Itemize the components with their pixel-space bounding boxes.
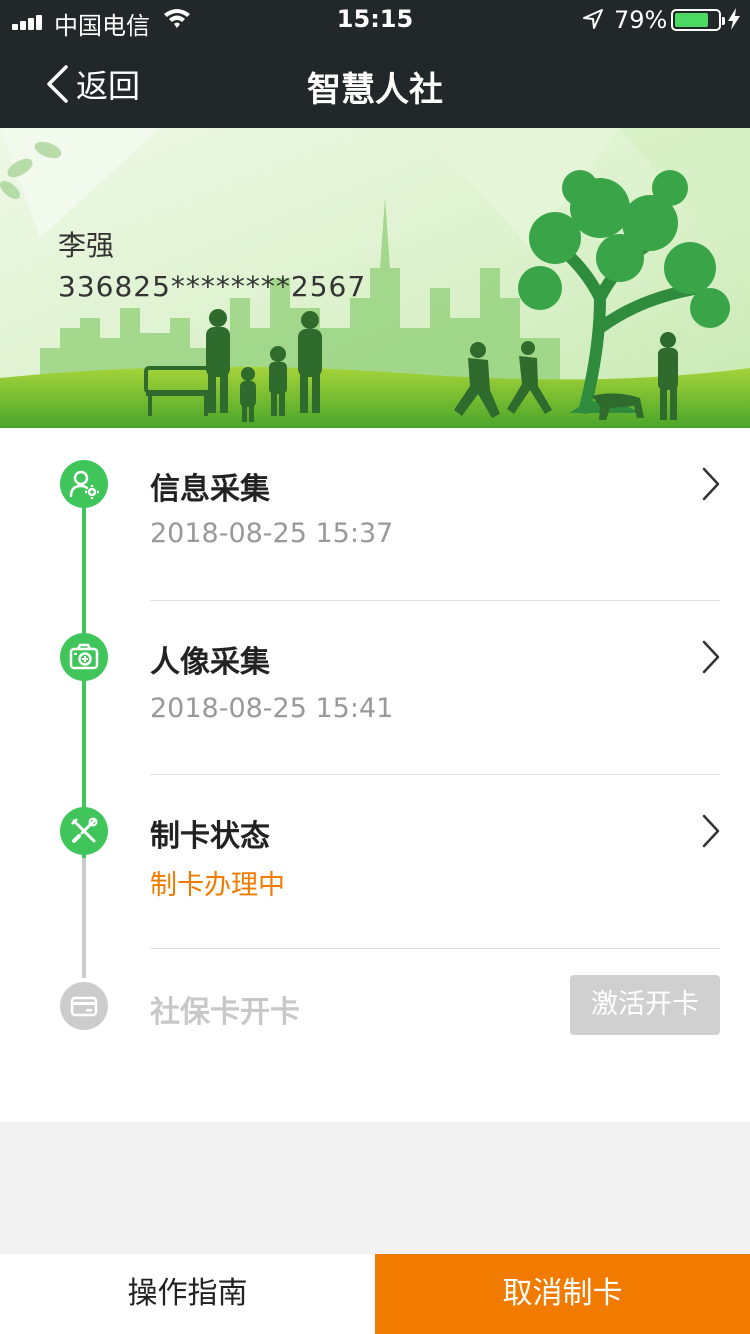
- status-bar: 中国电信 15:15 79%: [0, 0, 750, 40]
- cancel-card-button[interactable]: 取消制卡: [375, 1254, 750, 1334]
- step-status-circle: [60, 460, 108, 508]
- step-timestamp: 2018-08-25 15:41: [150, 693, 394, 724]
- card-holder-name: 李强: [58, 229, 115, 262]
- user-gear-icon: [69, 470, 99, 499]
- card-id-number: 336825********2567: [58, 270, 367, 303]
- bottom-action-bar: 操作指南 取消制卡: [0, 1254, 750, 1334]
- camera-icon: [69, 643, 99, 670]
- page-title: 智慧人社: [307, 70, 443, 110]
- step-card-status[interactable]: 制卡状态 制卡办理中: [0, 775, 750, 947]
- step-status-circle: [60, 982, 108, 1030]
- card-banner: 李强 336825********2567: [0, 128, 750, 428]
- step-title: 社保卡开卡: [150, 995, 300, 1030]
- activate-card-button[interactable]: 激活开卡: [570, 975, 720, 1035]
- battery-icon: [671, 9, 725, 31]
- chevron-right-icon: [702, 467, 720, 501]
- step-status-circle: [60, 633, 108, 681]
- tools-icon: [71, 817, 98, 843]
- charging-bolt-icon: [728, 8, 740, 30]
- battery-percent: 79%: [614, 6, 668, 34]
- guide-button[interactable]: 操作指南: [0, 1254, 375, 1334]
- location-arrow-icon: [583, 9, 603, 29]
- step-title: 信息采集: [150, 472, 270, 507]
- step-status-circle: [60, 807, 108, 855]
- step-timestamp: 2018-08-25 15:37: [150, 518, 394, 549]
- card-icon: [70, 996, 98, 1017]
- chevron-right-icon: [702, 814, 720, 848]
- chevron-right-icon: [702, 640, 720, 674]
- step-title: 制卡状态: [150, 819, 270, 854]
- top-bar: 中国电信 15:15 79% 返回 智慧人社: [0, 0, 750, 128]
- step-title: 人像采集: [150, 645, 270, 680]
- step-info-collection[interactable]: 信息采集 2018-08-25 15:37: [0, 428, 750, 600]
- step-portrait-collection[interactable]: 人像采集 2018-08-25 15:41: [0, 601, 750, 773]
- step-status-text: 制卡办理中: [150, 870, 285, 901]
- progress-panel: 信息采集 2018-08-25 15:37 人像采集 2018-08-25 15…: [0, 428, 750, 1122]
